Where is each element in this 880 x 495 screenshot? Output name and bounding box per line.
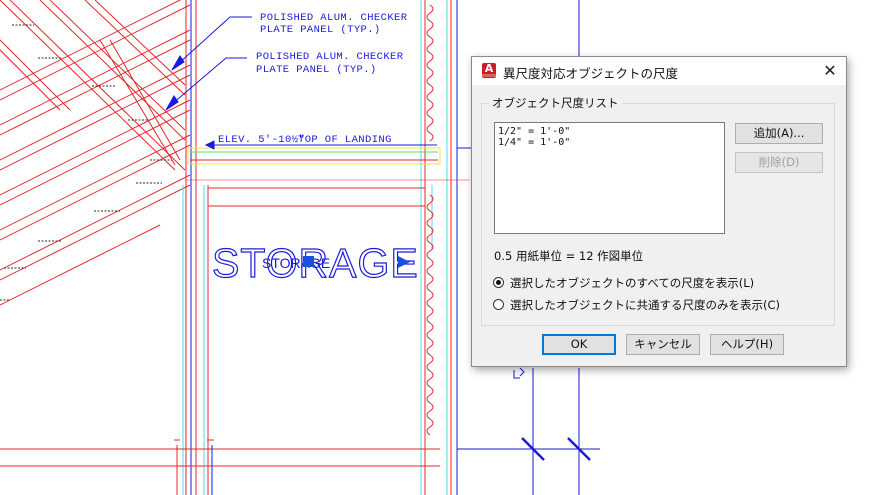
- callout-2-line1: POLISHED ALUM. CHECKER: [256, 51, 404, 63]
- room-label-small: STORAGE: [262, 255, 330, 271]
- close-icon[interactable]: ✕: [814, 57, 846, 85]
- radio-button[interactable]: [493, 299, 504, 310]
- callout-1-line1: POLISHED ALUM. CHECKER: [260, 12, 408, 24]
- cancel-button[interactable]: キャンセル: [626, 334, 700, 355]
- elevation-label: ELEV. 5'-10½": [218, 134, 305, 146]
- elevation-suffix: TOP OF LANDING: [298, 134, 392, 146]
- list-item[interactable]: 1/4" = 1'-0": [495, 137, 724, 148]
- delete-button[interactable]: 削除(D): [735, 152, 823, 173]
- radio-button-checked[interactable]: [493, 277, 504, 288]
- callout-2-line2: PLATE PANEL (TYP.): [256, 64, 377, 76]
- add-button[interactable]: 追加(A)...: [735, 123, 823, 144]
- ok-button[interactable]: OK: [542, 334, 616, 355]
- annotation-scale-dialog: A 異尺度対応オブジェクトの尺度 ✕ オブジェクト尺度リスト 1/2" = 1'…: [471, 56, 847, 367]
- radio-label: 選択したオブジェクトのすべての尺度を表示(L): [510, 276, 755, 290]
- stair-stringers: [0, 0, 191, 306]
- leader-lines: [165, 16, 437, 150]
- help-button[interactable]: ヘルプ(H): [710, 334, 784, 355]
- grip-square[interactable]: [303, 256, 314, 267]
- scale-listbox[interactable]: 1/2" = 1'-0" 1/4" = 1'-0": [494, 122, 725, 234]
- unit-ratio-text: 0.5 用紙単位 = 12 作図単位: [494, 249, 644, 263]
- scale-list-group: オブジェクト尺度リスト 1/2" = 1'-0" 1/4" = 1'-0" 追加…: [481, 95, 835, 326]
- radio-label: 選択したオブジェクトに共通する尺度のみを表示(C): [510, 298, 781, 312]
- dialog-title: 異尺度対応オブジェクトの尺度: [503, 66, 679, 81]
- list-item[interactable]: 1/2" = 1'-0": [495, 126, 724, 137]
- autocad-icon: A: [482, 63, 496, 78]
- dialog-titlebar[interactable]: A 異尺度対応オブジェクトの尺度 ✕: [472, 57, 846, 85]
- callout-1-line2: PLATE PANEL (TYP.): [260, 24, 381, 36]
- group-label: オブジェクト尺度リスト: [489, 95, 622, 111]
